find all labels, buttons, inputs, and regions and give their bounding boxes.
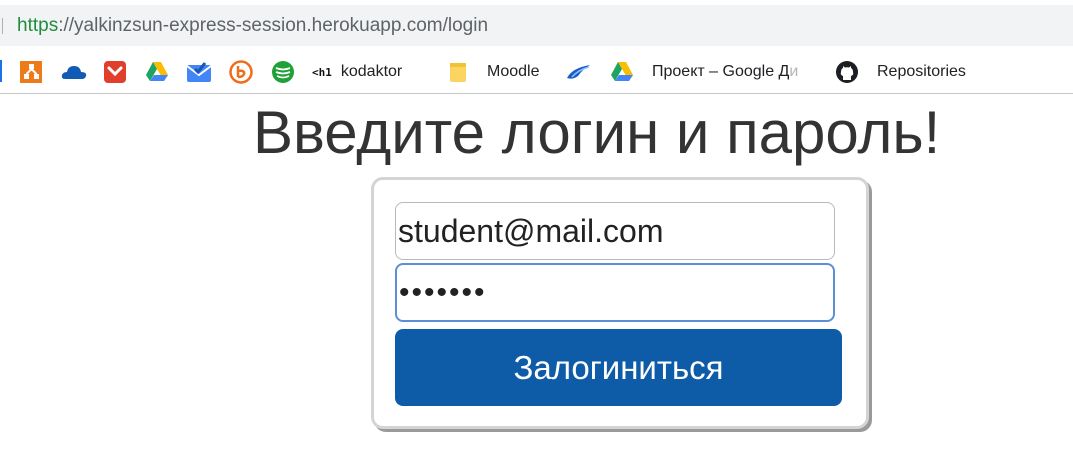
bookmark-google-drive-1[interactable] [145, 60, 169, 84]
bookmark-label-kodaktor: kodaktor [340, 63, 403, 80]
url-text[interactable]: https://yalkinzsun-express-session.herok… [17, 14, 488, 38]
bookmark-moodle[interactable]: Moodle [449, 60, 539, 84]
bookmark-blogger[interactable] [229, 60, 253, 84]
bookmark-swoosh[interactable] [566, 60, 592, 84]
bookmark-label-project: Проект – Google Ди [652, 63, 798, 81]
inbox-icon [186, 62, 212, 82]
bookmark-label-project-main: Проект – Google Д [652, 63, 790, 80]
folder-icon [450, 63, 466, 82]
blogger-icon [229, 60, 253, 84]
page-title: Введите логин и пароль! [253, 99, 941, 166]
login-button[interactable]: Залогиниться [395, 329, 842, 406]
google-drive-icon [611, 62, 633, 81]
bookmark-google-drive-project[interactable]: Проект – Google Ди [610, 60, 798, 84]
bookmarks-bar: <h1 kodaktor Moodle Проект – Google Ди R… [0, 50, 1073, 94]
onedrive-icon [61, 66, 87, 79]
bookmark-label-moodle: Moodle [487, 63, 540, 80]
bookmark-hierarchy-app[interactable] [19, 60, 43, 84]
password-field[interactable] [395, 263, 835, 322]
bookmark-label-repositories: Repositories [877, 63, 966, 80]
bookmark-sberbank[interactable] [271, 60, 295, 84]
browser-address-bar: https://yalkinzsun-express-session.herok… [0, 0, 1073, 50]
bookmark-pocket[interactable] [103, 60, 127, 84]
bookmark-kodaktor[interactable]: <h1 kodaktor [312, 60, 402, 84]
bookmark-label-project-faded: и [789, 63, 799, 80]
bookmark-inbox[interactable] [186, 60, 212, 84]
email-field[interactable] [395, 202, 835, 260]
sberbank-icon [272, 61, 294, 83]
url-scheme: https [17, 15, 59, 36]
bookmark-onedrive[interactable] [60, 60, 88, 84]
url-rest: ://yalkinzsun-express-session.herokuapp.… [58, 15, 489, 36]
swoosh-icon [567, 65, 590, 79]
omnibox-divider [2, 18, 3, 34]
login-form: Залогиниться [371, 177, 869, 429]
github-icon [836, 61, 858, 83]
bookmark-repositories[interactable]: Repositories [835, 60, 966, 84]
bookmark-edge-marker [0, 60, 2, 82]
google-drive-icon [146, 62, 168, 81]
h1-icon: <h1 [312, 65, 332, 79]
hierarchy-app-icon [20, 61, 42, 83]
pocket-icon [104, 61, 126, 83]
omnibox[interactable]: https://yalkinzsun-express-session.herok… [0, 5, 1073, 46]
